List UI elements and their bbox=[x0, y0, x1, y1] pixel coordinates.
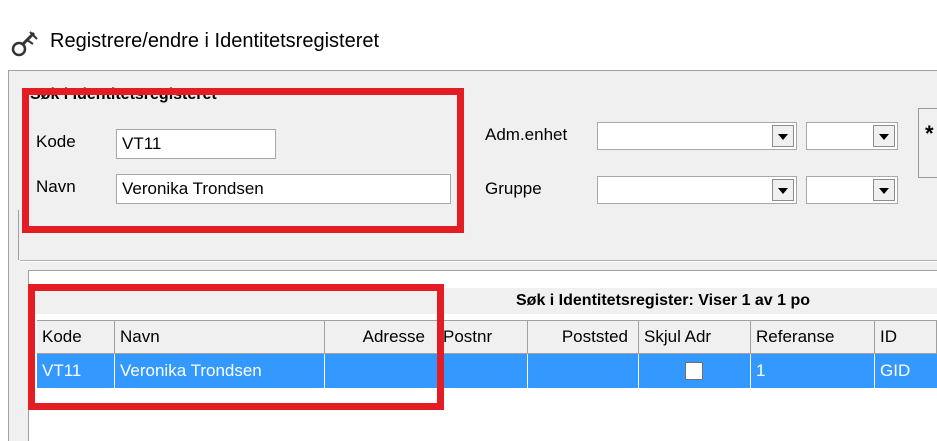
adm-enhet-select[interactable] bbox=[597, 122, 797, 150]
column-header-postnr[interactable]: Postnr bbox=[438, 320, 528, 354]
gruppe-label: Gruppe bbox=[485, 179, 542, 198]
chevron-down-icon[interactable] bbox=[873, 179, 895, 201]
highlight-box-result bbox=[28, 284, 444, 410]
highlight-box-search bbox=[22, 88, 464, 233]
side-action-button[interactable]: * bbox=[918, 108, 937, 178]
cell-referanse[interactable]: 1 bbox=[751, 354, 875, 388]
cell-id[interactable]: GID bbox=[875, 354, 937, 388]
window-title: Registrere/endre i Identitetsregisteret bbox=[50, 30, 380, 52]
column-header-id[interactable]: ID bbox=[875, 320, 937, 354]
panel-divider bbox=[18, 210, 19, 260]
chevron-down-icon[interactable] bbox=[772, 125, 794, 147]
grid-caption: Søk i Identitetsregister: Viser 1 av 1 p… bbox=[516, 292, 811, 309]
gruppe-select[interactable] bbox=[597, 176, 797, 204]
column-header-skjul-adr[interactable]: Skjul Adr bbox=[639, 320, 751, 354]
app-tool-icon bbox=[11, 31, 38, 57]
cell-poststed[interactable] bbox=[528, 354, 639, 388]
chevron-down-icon[interactable] bbox=[772, 179, 794, 201]
adm-enhet-secondary-select[interactable] bbox=[806, 122, 898, 150]
title-bar: Registrere/endre i Identitetsregisteret bbox=[0, 0, 937, 70]
gruppe-secondary-select[interactable] bbox=[806, 176, 898, 204]
separator-highlight bbox=[20, 261, 937, 262]
column-header-poststed[interactable]: Poststed bbox=[528, 320, 639, 354]
cell-postnr[interactable] bbox=[438, 354, 528, 388]
skjul-adr-checkbox[interactable] bbox=[685, 362, 703, 380]
chevron-down-icon[interactable] bbox=[873, 125, 895, 147]
column-header-referanse[interactable]: Referanse bbox=[751, 320, 875, 354]
adm-enhet-label: Adm.enhet bbox=[485, 125, 568, 144]
